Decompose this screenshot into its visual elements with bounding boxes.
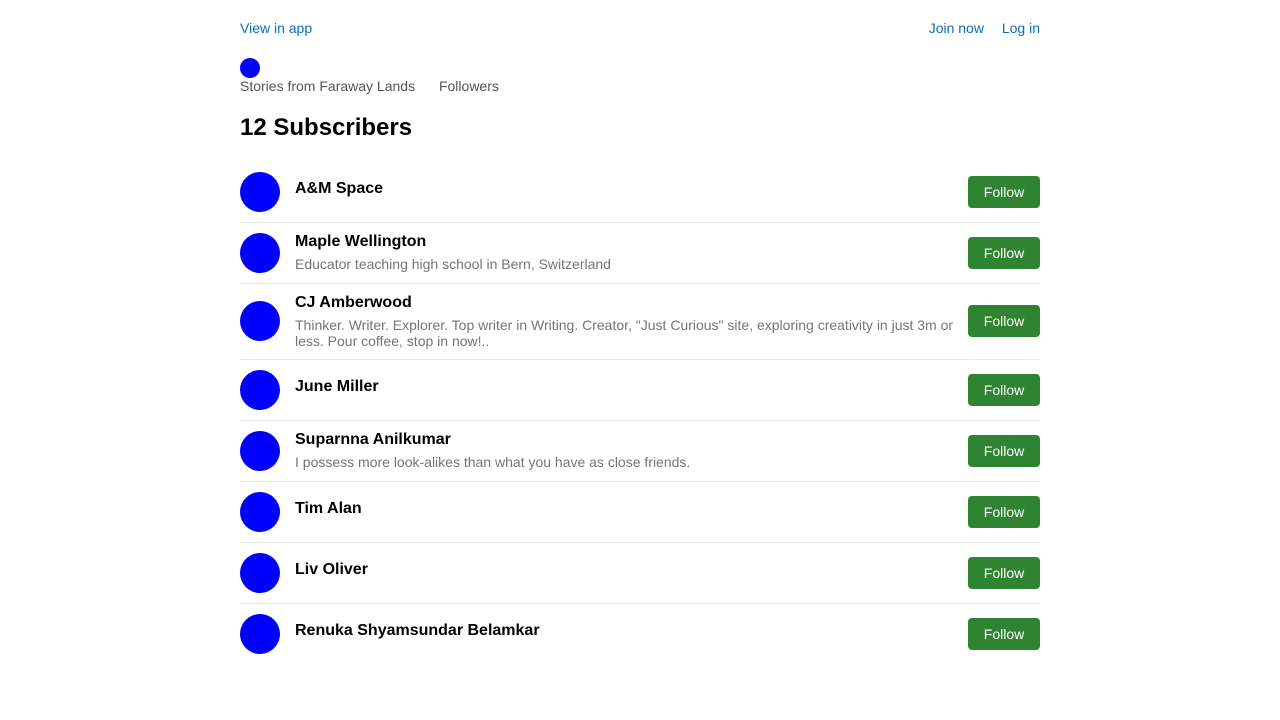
follow-button[interactable]: Follow (968, 305, 1040, 337)
log-in-link[interactable]: Log in (1002, 20, 1040, 36)
breadcrumb-publication-link[interactable]: Stories from Faraway Lands (240, 78, 415, 94)
follow-button[interactable]: Follow (968, 557, 1040, 589)
follow-button[interactable]: Follow (968, 374, 1040, 406)
subscriber-name[interactable]: CJ Amberwood (295, 294, 960, 312)
follow-button[interactable]: Follow (968, 618, 1040, 650)
page-title: 12 Subscribers (240, 114, 413, 141)
avatar[interactable] (240, 492, 280, 532)
subscriber-row: Maple Wellington Educator teaching high … (240, 223, 1040, 284)
avatar[interactable] (240, 233, 280, 273)
auth-links: Join now Log in (915, 20, 1040, 36)
subscriber-info: Maple Wellington Educator teaching high … (295, 233, 960, 272)
subscriber-name[interactable]: Liv Oliver (295, 561, 960, 579)
subscriber-info: June Miller (295, 378, 960, 396)
follow-button[interactable]: Follow (968, 176, 1040, 208)
breadcrumb-followers-link[interactable]: Followers (439, 78, 499, 94)
subscriber-bio: I possess more look-alikes than what you… (295, 454, 691, 470)
subscriber-name[interactable]: June Miller (295, 378, 960, 396)
subscriber-info: Renuka Shyamsundar Belamkar (295, 622, 960, 640)
follow-button[interactable]: Follow (968, 435, 1040, 467)
subscriber-row: Liv Oliver Follow (240, 543, 1040, 604)
avatar[interactable] (240, 301, 280, 341)
breadcrumb: Stories from Faraway Lands Followers (240, 78, 519, 94)
subscriber-row: A&M Space Follow (240, 162, 1040, 223)
follow-button[interactable]: Follow (968, 237, 1040, 269)
subscriber-row: June Miller Follow (240, 360, 1040, 421)
subscriber-name[interactable]: Renuka Shyamsundar Belamkar (295, 622, 960, 640)
avatar[interactable] (240, 370, 280, 410)
join-now-link[interactable]: Join now (929, 20, 984, 36)
avatar[interactable] (240, 553, 280, 593)
subscriber-name[interactable]: Maple Wellington (295, 233, 960, 251)
avatar[interactable] (240, 172, 280, 212)
subscriber-name[interactable]: Tim Alan (295, 500, 960, 518)
follow-button[interactable]: Follow (968, 496, 1040, 528)
subscriber-bio: Thinker. Writer. Explorer. Top writer in… (295, 317, 954, 349)
subscriber-bio: Educator teaching high school in Bern, S… (295, 256, 611, 272)
subscriber-info: Suparnna Anilkumar I possess more look-a… (295, 431, 960, 470)
subscriber-row: Renuka Shyamsundar Belamkar Follow (240, 604, 1040, 665)
top-bar: View in app Join now Log in (240, 20, 1040, 38)
subscriber-info: Liv Oliver (295, 561, 960, 579)
subscriber-name[interactable]: A&M Space (295, 180, 960, 198)
subscriber-row: Suparnna Anilkumar I possess more look-a… (240, 421, 1040, 482)
subscriber-row: Tim Alan Follow (240, 482, 1040, 543)
avatar[interactable] (240, 614, 280, 654)
subscriber-name[interactable]: Suparnna Anilkumar (295, 431, 960, 449)
view-in-app-link[interactable]: View in app (240, 20, 312, 36)
subscriber-list: A&M Space Follow Maple Wellington Educat… (240, 162, 1040, 665)
subscriber-info: Tim Alan (295, 500, 960, 518)
subscriber-info: CJ Amberwood Thinker. Writer. Explorer. … (295, 294, 960, 349)
avatar[interactable] (240, 431, 280, 471)
subscriber-info: A&M Space (295, 180, 960, 198)
subscriber-row: CJ Amberwood Thinker. Writer. Explorer. … (240, 284, 1040, 360)
publication-avatar[interactable] (240, 58, 260, 78)
